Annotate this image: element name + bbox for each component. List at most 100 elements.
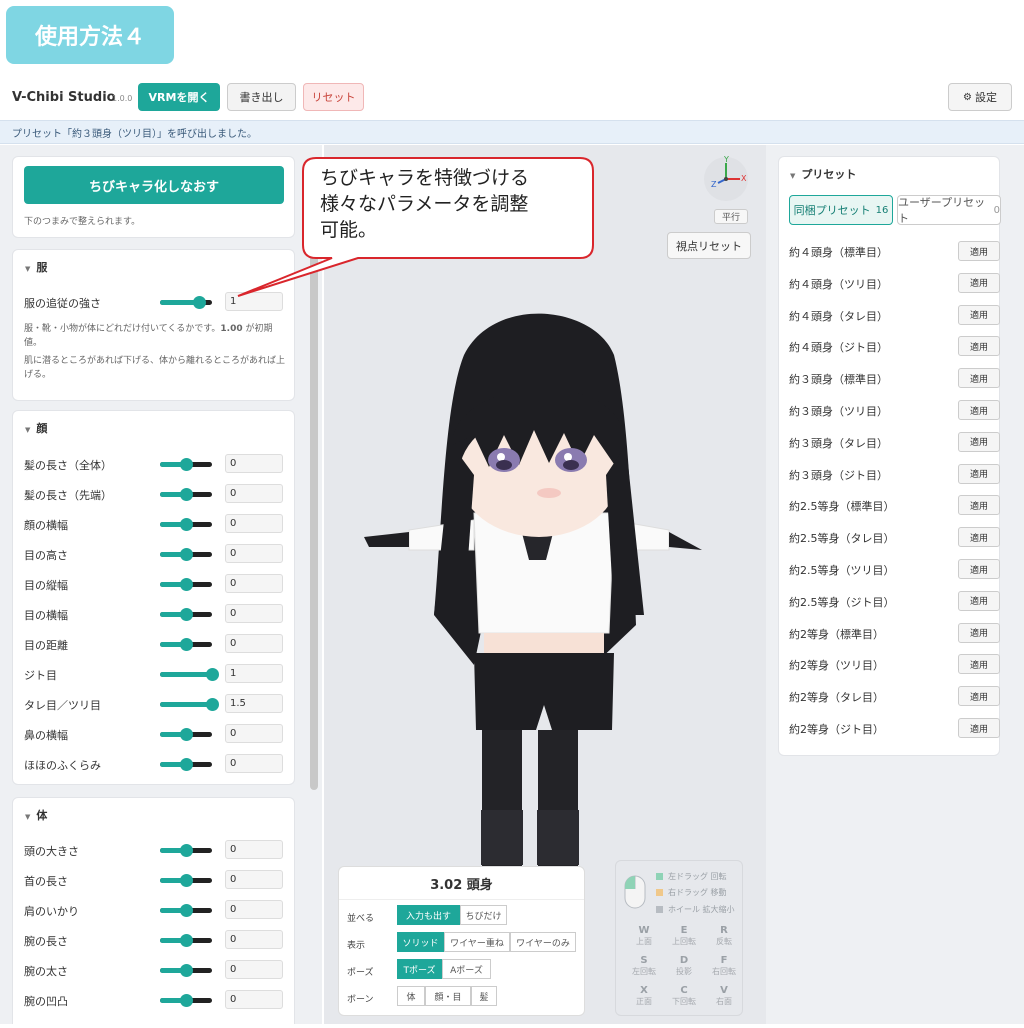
slider-value-input[interactable]: 0 xyxy=(225,574,283,593)
pose-option-t[interactable]: Tポーズ xyxy=(397,959,442,979)
apply-preset-button[interactable]: 適用 xyxy=(958,654,1000,675)
apply-preset-button[interactable]: 適用 xyxy=(958,718,1000,738)
slider-thumb[interactable] xyxy=(206,668,219,681)
apply-preset-button[interactable]: 適用 xyxy=(958,304,1000,325)
slider-track[interactable] xyxy=(160,608,212,621)
bone-option-face-eyes[interactable]: 顔・目 xyxy=(425,986,471,1006)
slider-label: 顔の横幅 xyxy=(24,519,68,532)
slider-track[interactable] xyxy=(160,904,212,917)
apply-preset-button[interactable]: 適用 xyxy=(958,495,1000,516)
slider-thumb[interactable] xyxy=(180,518,193,531)
slider-label: 目の横幅 xyxy=(24,609,68,622)
slider-thumb[interactable] xyxy=(180,608,193,621)
slider-value-input[interactable]: 0 xyxy=(225,724,283,743)
slider-track[interactable] xyxy=(160,964,212,977)
slider-track[interactable] xyxy=(160,458,212,471)
slider-value-input[interactable]: 0 xyxy=(225,544,283,563)
open-vrm-button[interactable]: VRMを開く xyxy=(138,83,220,111)
body-section-header[interactable]: ▼ 体 xyxy=(25,807,47,823)
apply-preset-button[interactable]: 適用 xyxy=(958,622,1000,643)
slider-track[interactable] xyxy=(160,548,212,561)
apply-preset-button[interactable]: 適用 xyxy=(958,241,1000,261)
slider-track[interactable] xyxy=(160,488,212,501)
arrange-option-with-input[interactable]: 入力も出す xyxy=(397,905,460,925)
slider-track[interactable] xyxy=(160,668,219,681)
apply-preset-button[interactable]: 適用 xyxy=(958,368,1000,389)
bone-option-hair[interactable]: 髪 xyxy=(471,986,497,1006)
slider-track[interactable] xyxy=(160,296,212,309)
preset-label: 約３頭身（ツリ目） xyxy=(789,405,888,418)
slider-track[interactable] xyxy=(160,728,212,741)
slider-track[interactable] xyxy=(160,758,212,771)
bone-option-body[interactable]: 体 xyxy=(397,986,425,1006)
slider-track[interactable] xyxy=(160,934,212,947)
preset-label: 約2等身（ジト目） xyxy=(789,723,884,736)
slider-value-input[interactable]: 0 xyxy=(225,870,283,889)
pose-option-a[interactable]: Aポーズ xyxy=(442,959,491,979)
slider-thumb[interactable] xyxy=(180,638,193,651)
slider-label: 肩のいかり xyxy=(24,905,79,918)
slider-value-input[interactable]: 0 xyxy=(225,960,283,979)
preset-label: 約2.5等身（標準目） xyxy=(789,500,895,514)
slider-thumb[interactable] xyxy=(180,844,193,857)
slider-value-input[interactable]: 0 xyxy=(225,990,283,1009)
slider-thumb[interactable] xyxy=(206,698,219,711)
apply-preset-button[interactable]: 適用 xyxy=(958,431,1000,452)
slider-value-input[interactable]: 0 xyxy=(225,900,283,919)
slider-value-input[interactable]: 0 xyxy=(225,454,283,473)
slider-track[interactable] xyxy=(160,698,219,711)
slider-track[interactable] xyxy=(160,518,212,531)
head-ratio-readout: 3.02 頭身 xyxy=(430,878,493,893)
slider-thumb[interactable] xyxy=(180,934,193,947)
orthographic-toggle[interactable]: 平行 xyxy=(714,209,748,224)
slider-thumb[interactable] xyxy=(180,994,193,1007)
display-option-solid[interactable]: ソリッド xyxy=(397,932,444,952)
display-option-wire-overlay[interactable]: ワイヤー重ね xyxy=(444,932,510,952)
preset-header[interactable]: ▼ プリセット xyxy=(790,166,856,182)
slider-value-input[interactable]: 0 xyxy=(225,754,283,773)
left-scrollbar[interactable] xyxy=(310,230,318,790)
slider-thumb[interactable] xyxy=(180,904,193,917)
slider-thumb[interactable] xyxy=(180,964,193,977)
apply-preset-button[interactable]: 適用 xyxy=(958,686,1000,707)
slider-thumb[interactable] xyxy=(193,296,206,309)
slider-track[interactable] xyxy=(160,638,212,651)
apply-preset-button[interactable]: 適用 xyxy=(958,590,1000,611)
export-button[interactable]: 書き出し xyxy=(227,83,296,111)
arrange-option-chibi-only[interactable]: ちびだけ xyxy=(460,905,507,925)
view-reset-button[interactable]: 視点リセット xyxy=(667,232,751,259)
slider-value-input[interactable]: 0 xyxy=(225,514,283,533)
face-section-header[interactable]: ▼ 顔 xyxy=(25,420,47,436)
axis-gizmo[interactable]: Y X Z xyxy=(704,155,748,201)
slider-thumb[interactable] xyxy=(180,728,193,741)
settings-button[interactable]: ⚙ 設定 xyxy=(948,83,1012,111)
slider-thumb[interactable] xyxy=(180,874,193,887)
slider-thumb[interactable] xyxy=(180,578,193,591)
slider-thumb[interactable] xyxy=(180,488,193,501)
apply-preset-button[interactable]: 適用 xyxy=(958,527,1000,548)
apply-preset-button[interactable]: 適用 xyxy=(958,463,1000,484)
clothes-section-header[interactable]: ▼ 服 xyxy=(25,259,47,275)
slider-track[interactable] xyxy=(160,874,212,887)
apply-preset-button[interactable]: 適用 xyxy=(958,272,1000,293)
slider-value-input[interactable]: 1 xyxy=(225,664,283,683)
slider-thumb[interactable] xyxy=(180,758,193,771)
apply-preset-button[interactable]: 適用 xyxy=(958,559,1000,579)
slider-value-input[interactable]: 0 xyxy=(225,604,283,623)
tab-user-presets[interactable]: ユーザープリセット 0 xyxy=(897,195,1001,225)
display-option-wire-only[interactable]: ワイヤーのみ xyxy=(510,932,576,952)
reset-button[interactable]: リセット xyxy=(303,83,364,111)
slider-track[interactable] xyxy=(160,578,212,591)
slider-track[interactable] xyxy=(160,994,212,1007)
slider-track[interactable] xyxy=(160,844,212,857)
slider-value-input[interactable]: 0 xyxy=(225,484,283,503)
slider-value-input[interactable]: 0 xyxy=(225,840,283,859)
slider-thumb[interactable] xyxy=(180,548,193,561)
slider-thumb[interactable] xyxy=(180,458,193,471)
slider-value-input[interactable]: 0 xyxy=(225,634,283,653)
slider-value-input[interactable]: 1.5 xyxy=(225,694,283,713)
slider-value-input[interactable]: 0 xyxy=(225,930,283,949)
apply-preset-button[interactable]: 適用 xyxy=(958,336,1000,357)
tab-bundled-presets[interactable]: 同梱プリセット 16 xyxy=(789,195,893,225)
apply-preset-button[interactable]: 適用 xyxy=(958,400,1000,420)
